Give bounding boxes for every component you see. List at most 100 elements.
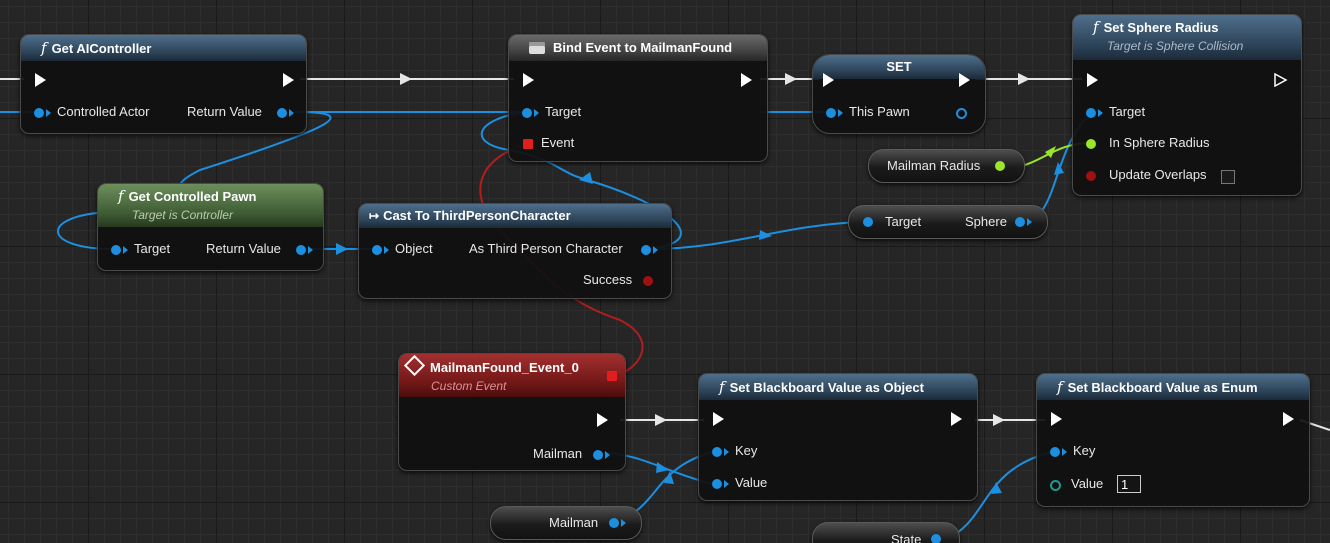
pin-arrow-icon: [534, 109, 539, 117]
blueprint-graph-canvas[interactable]: f Get AIController Controlled Actor Retur…: [0, 0, 1330, 543]
pin-arrow-icon: [308, 246, 313, 254]
exec-out-pin[interactable]: [951, 412, 962, 426]
target-pin[interactable]: [111, 245, 121, 255]
state-var-out-pin[interactable]: [931, 534, 941, 543]
function-icon: f: [118, 187, 124, 205]
set-sphere-radius-node[interactable]: f Set Sphere Radius Target is Sphere Colli…: [1072, 14, 1302, 196]
pin-arrow-icon: [724, 448, 729, 456]
key-pin[interactable]: [712, 447, 722, 457]
get-ai-controller-node[interactable]: f Get AIController Controlled Actor Retur…: [20, 34, 307, 134]
pin-arrow-icon: [605, 451, 610, 459]
event-icon: [403, 354, 426, 377]
exec-in-pin[interactable]: [35, 73, 46, 87]
pin-arrow-icon: [46, 109, 51, 117]
value-label: Value: [735, 475, 768, 490]
cast-to-third-person-node[interactable]: ↦ Cast To ThirdPersonCharacter Object As …: [358, 203, 672, 299]
pin-arrow-icon: [724, 480, 729, 488]
node-header: Bind Event to MailmanFound: [509, 35, 767, 61]
set-blackboard-enum-node[interactable]: f Set Blackboard Value as Enum Key Value …: [1036, 373, 1310, 507]
exec-out-pin[interactable]: [1274, 73, 1288, 87]
node-subtitle: Target is Sphere Collision: [1107, 39, 1244, 53]
mailman-label: Mailman: [533, 446, 583, 461]
key-pin[interactable]: [1050, 447, 1060, 457]
delegate-out-pin[interactable]: [607, 371, 617, 381]
node-title: Cast To ThirdPersonCharacter: [383, 208, 571, 223]
return-value-label: Return Value: [206, 241, 281, 256]
value-pin[interactable]: [1050, 480, 1061, 491]
exec-out-pin[interactable]: [741, 73, 752, 87]
function-icon: f: [1093, 18, 1099, 36]
value-pin[interactable]: [712, 479, 722, 489]
node-subtitle: Custom Event: [431, 379, 507, 393]
event-pin[interactable]: [523, 139, 533, 149]
state-variable[interactable]: State: [812, 522, 960, 543]
exec-in-pin[interactable]: [713, 412, 724, 426]
pin-arrow-icon: [621, 519, 626, 527]
update-overlaps-pin[interactable]: [1086, 171, 1096, 181]
as-third-person-label: As Third Person Character: [469, 241, 623, 256]
get-controlled-pawn-node[interactable]: f Get Controlled Pawn Target is Controller…: [97, 183, 324, 271]
in-sphere-radius-pin[interactable]: [1086, 139, 1096, 149]
function-icon: f: [41, 39, 47, 57]
pin-arrow-icon: [1027, 218, 1032, 226]
function-icon: f: [1057, 378, 1063, 396]
mailman-radius-out-pin[interactable]: [995, 161, 1005, 171]
function-icon: f: [719, 378, 725, 396]
return-value-pin[interactable]: [296, 245, 306, 255]
node-title: MailmanFound_Event_0: [430, 360, 579, 375]
mailman-radius-variable[interactable]: Mailman Radius: [868, 149, 1025, 183]
value-input[interactable]: 1: [1117, 475, 1141, 493]
exec-out-pin[interactable]: [283, 73, 294, 87]
sphere-label: Sphere: [965, 214, 1007, 229]
mailman-out-pin[interactable]: [593, 450, 603, 460]
target-label: Target: [545, 104, 582, 119]
controlled-actor-pin[interactable]: [34, 108, 44, 118]
success-label: Success: [583, 272, 633, 287]
sphere-out-pin[interactable]: [1015, 217, 1025, 227]
node-header: f Set Blackboard Value as Enum: [1037, 374, 1309, 400]
node-title: Set Sphere Radius: [1103, 20, 1219, 35]
set-this-pawn-node[interactable]: SET This Pawn: [812, 54, 986, 134]
exec-out-pin[interactable]: [959, 73, 970, 87]
update-overlaps-label: Update Overlaps: [1109, 167, 1207, 182]
mailman-found-custom-event-node[interactable]: MailmanFound_Event_0 Custom Event Mailman: [398, 353, 626, 471]
exec-out-pin[interactable]: [1283, 412, 1294, 426]
pin-arrow-icon: [1062, 448, 1067, 456]
target-pin[interactable]: [863, 217, 873, 227]
this-pawn-out-pin[interactable]: [956, 108, 967, 119]
cast-icon: ↦: [369, 209, 380, 223]
node-title: SET: [886, 59, 912, 74]
mailman-var-label: Mailman: [549, 515, 599, 530]
success-pin[interactable]: [643, 276, 653, 286]
pin-arrow-icon: [123, 246, 128, 254]
node-header: ↦ Cast To ThirdPersonCharacter: [359, 204, 671, 228]
return-value-pin[interactable]: [277, 108, 287, 118]
target-pin[interactable]: [522, 108, 532, 118]
exec-out-pin[interactable]: [597, 413, 608, 427]
exec-in-pin[interactable]: [523, 73, 534, 87]
sphere-getter-node[interactable]: Target Sphere: [848, 205, 1048, 239]
mailman-variable[interactable]: Mailman: [490, 506, 642, 540]
return-value-label: Return Value: [187, 104, 262, 119]
node-title: Bind Event to MailmanFound: [553, 40, 733, 55]
set-blackboard-object-node[interactable]: f Set Blackboard Value as Object Key Valu…: [698, 373, 978, 501]
pin-arrow-icon: [289, 109, 294, 117]
state-var-label: State: [891, 532, 922, 543]
as-third-person-pin[interactable]: [641, 245, 651, 255]
this-pawn-in-pin[interactable]: [826, 108, 836, 118]
bind-event-node[interactable]: Bind Event to MailmanFound Target Event: [508, 34, 768, 162]
key-label: Key: [735, 443, 758, 458]
mailman-radius-label: Mailman Radius: [887, 158, 981, 173]
target-pin[interactable]: [1086, 108, 1096, 118]
exec-in-pin[interactable]: [823, 73, 834, 87]
pin-arrow-icon: [838, 109, 843, 117]
update-overlaps-checkbox[interactable]: [1221, 170, 1235, 184]
node-header: f Set Blackboard Value as Object: [699, 374, 977, 400]
node-header: f Get Controlled Pawn Target is Controller: [98, 184, 323, 227]
mailman-var-out-pin[interactable]: [609, 518, 619, 528]
node-subtitle: Target is Controller: [132, 208, 233, 222]
object-pin[interactable]: [372, 245, 382, 255]
controlled-actor-label: Controlled Actor: [57, 104, 150, 119]
exec-in-pin[interactable]: [1051, 412, 1062, 426]
exec-in-pin[interactable]: [1087, 73, 1098, 87]
